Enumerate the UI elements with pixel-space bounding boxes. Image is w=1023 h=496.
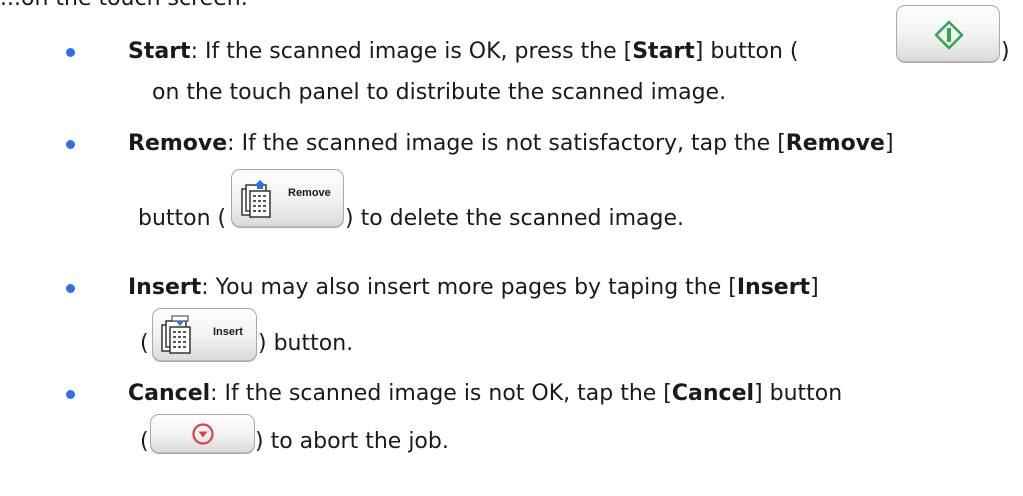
cancel-button[interactable] xyxy=(150,414,255,454)
insert-button[interactable]: Insert xyxy=(152,308,257,362)
insert-line-1: Insert: You may also insert more pages b… xyxy=(128,275,819,300)
start-line-2: on the touch panel to distribute the sca… xyxy=(152,80,727,105)
stop-circle-icon xyxy=(192,423,214,445)
start-term: Start xyxy=(128,39,191,64)
insert-button-label: Insert xyxy=(213,326,243,338)
insert-term: Insert xyxy=(128,275,202,300)
remove-line-1: Remove: If the scanned image is not sati… xyxy=(128,131,894,156)
cancel-term: Cancel xyxy=(128,381,211,406)
insert-pages-icon xyxy=(161,315,191,354)
bullet-icon xyxy=(66,140,75,149)
remove-button[interactable]: Remove xyxy=(231,169,344,228)
start-button[interactable] xyxy=(896,5,1000,63)
start-diamond-icon xyxy=(934,20,964,50)
bullet-icon xyxy=(66,390,75,399)
top-text-fragment: ...on the touch screen: xyxy=(0,0,248,11)
remove-term: Remove xyxy=(128,131,228,156)
remove-pages-icon xyxy=(241,180,271,218)
bullet-icon xyxy=(66,48,75,57)
cancel-line-1: Cancel: If the scanned image is not OK, … xyxy=(128,381,843,406)
bullet-icon xyxy=(66,284,75,293)
start-line-1: Start: If the scanned image is OK, press… xyxy=(128,39,799,64)
remove-button-label: Remove xyxy=(288,187,331,199)
